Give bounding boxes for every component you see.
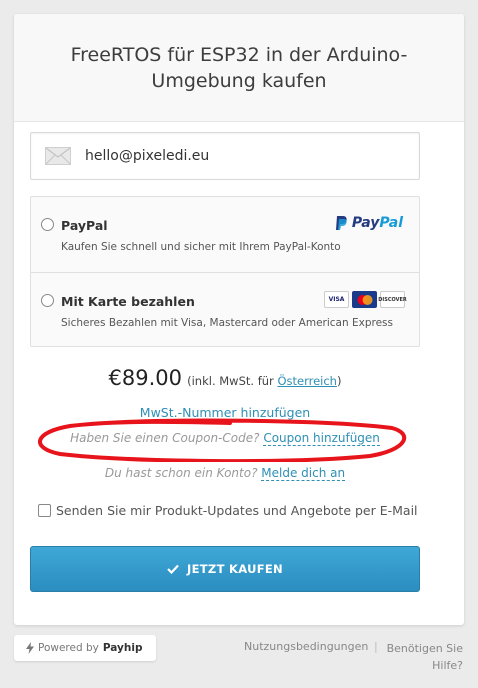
newsletter-row[interactable]: Senden Sie mir Produkt-Updates und Angeb… bbox=[38, 503, 418, 518]
price-note: (inkl. MwSt. für Österreich) bbox=[187, 374, 341, 388]
login-link[interactable]: Melde dich an bbox=[261, 466, 346, 481]
add-vat-number-link[interactable]: MwSt.-Nummer hinzufügen bbox=[140, 405, 310, 420]
card-label: Mit Karte bezahlen bbox=[61, 294, 195, 309]
payment-option-card[interactable]: Mit Karte bezahlen Sicheres Bezahlen mit… bbox=[31, 272, 419, 347]
paypal-p-icon bbox=[335, 216, 347, 230]
terms-link[interactable]: Nutzungsbedingungen bbox=[244, 640, 368, 653]
coupon-question: Haben Sie einen Coupon-Code? bbox=[70, 431, 260, 445]
product-title: FreeRTOS für ESP32 in der Arduino-Umgebu… bbox=[70, 43, 408, 92]
powered-by-payhip[interactable]: Powered by Payhip bbox=[14, 635, 157, 661]
paypal-logo-pal: Pal bbox=[379, 215, 403, 231]
payment-option-paypal[interactable]: PayPal Kaufen Sie schnell und sicher mit… bbox=[31, 197, 419, 272]
email-input[interactable] bbox=[85, 133, 419, 179]
paypal-label: PayPal bbox=[61, 218, 108, 233]
country-link[interactable]: Österreich bbox=[277, 374, 337, 388]
email-field[interactable] bbox=[30, 132, 420, 180]
login-row: Du hast schon ein Konto? Melde dich an bbox=[0, 466, 450, 481]
newsletter-checkbox[interactable] bbox=[38, 504, 51, 517]
card-description: Sicheres Bezahlen mit Visa, Mastercard o… bbox=[61, 317, 393, 329]
vat-row: MwSt.-Nummer hinzufügen bbox=[0, 405, 450, 420]
card-brands: VISA DISCOVER bbox=[324, 291, 407, 308]
login-question: Du hast schon ein Konto? bbox=[104, 466, 258, 480]
coupon-row: Haben Sie einen Coupon-Code? Coupon hinz… bbox=[0, 431, 450, 446]
paypal-radio[interactable] bbox=[41, 218, 54, 231]
checkmark-icon bbox=[167, 564, 179, 574]
paypal-description: Kaufen Sie schnell und sicher mit Ihrem … bbox=[61, 241, 341, 253]
price-amount: €89.00 bbox=[108, 366, 183, 390]
footer-separator: | bbox=[374, 640, 378, 653]
newsletter-label: Senden Sie mir Produkt-Updates und Angeb… bbox=[56, 503, 418, 518]
buy-now-button[interactable]: JETZT KAUFEN bbox=[30, 546, 420, 592]
paypal-logo: PayPal bbox=[334, 215, 403, 231]
lightning-icon bbox=[26, 642, 34, 654]
visa-icon: VISA bbox=[324, 291, 349, 308]
checkout-header: FreeRTOS für ESP32 in der Arduino-Umgebu… bbox=[14, 14, 464, 122]
add-coupon-link[interactable]: Coupon hinzufügen bbox=[263, 431, 380, 446]
envelope-icon bbox=[45, 147, 71, 165]
buy-now-label: JETZT KAUFEN bbox=[187, 562, 283, 576]
paypal-logo-pay: Pay bbox=[351, 215, 380, 231]
help-link[interactable]: Benötigen Sie Hilfe? bbox=[383, 640, 463, 674]
price-note-suffix: ) bbox=[336, 374, 342, 388]
card-radio[interactable] bbox=[41, 294, 54, 307]
mastercard-icon bbox=[352, 291, 377, 308]
powered-prefix: Powered by bbox=[38, 642, 99, 654]
price-row: €89.00 (inkl. MwSt. für Österreich) bbox=[0, 366, 450, 390]
discover-icon: DISCOVER bbox=[378, 291, 407, 308]
powered-brand: Payhip bbox=[102, 642, 143, 654]
payment-methods: PayPal Kaufen Sie schnell und sicher mit… bbox=[30, 196, 420, 347]
price-note-prefix: (inkl. MwSt. für bbox=[187, 374, 278, 388]
